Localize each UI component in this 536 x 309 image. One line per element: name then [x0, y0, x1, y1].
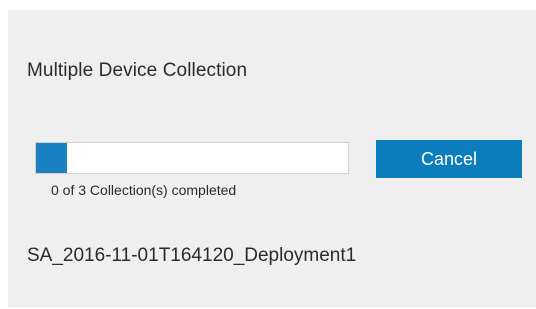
progress-status-text: 0 of 3 Collection(s) completed	[51, 182, 237, 198]
dialog-title: Multiple Device Collection	[27, 60, 248, 81]
collection-dialog: Multiple Device Collection 0 of 3 Collec…	[8, 10, 536, 307]
progress-bar	[35, 142, 349, 174]
cancel-button[interactable]: Cancel	[376, 140, 522, 178]
progress-fill	[36, 143, 68, 173]
deployment-name: SA_2016-11-01T164120_Deployment1	[27, 245, 357, 266]
